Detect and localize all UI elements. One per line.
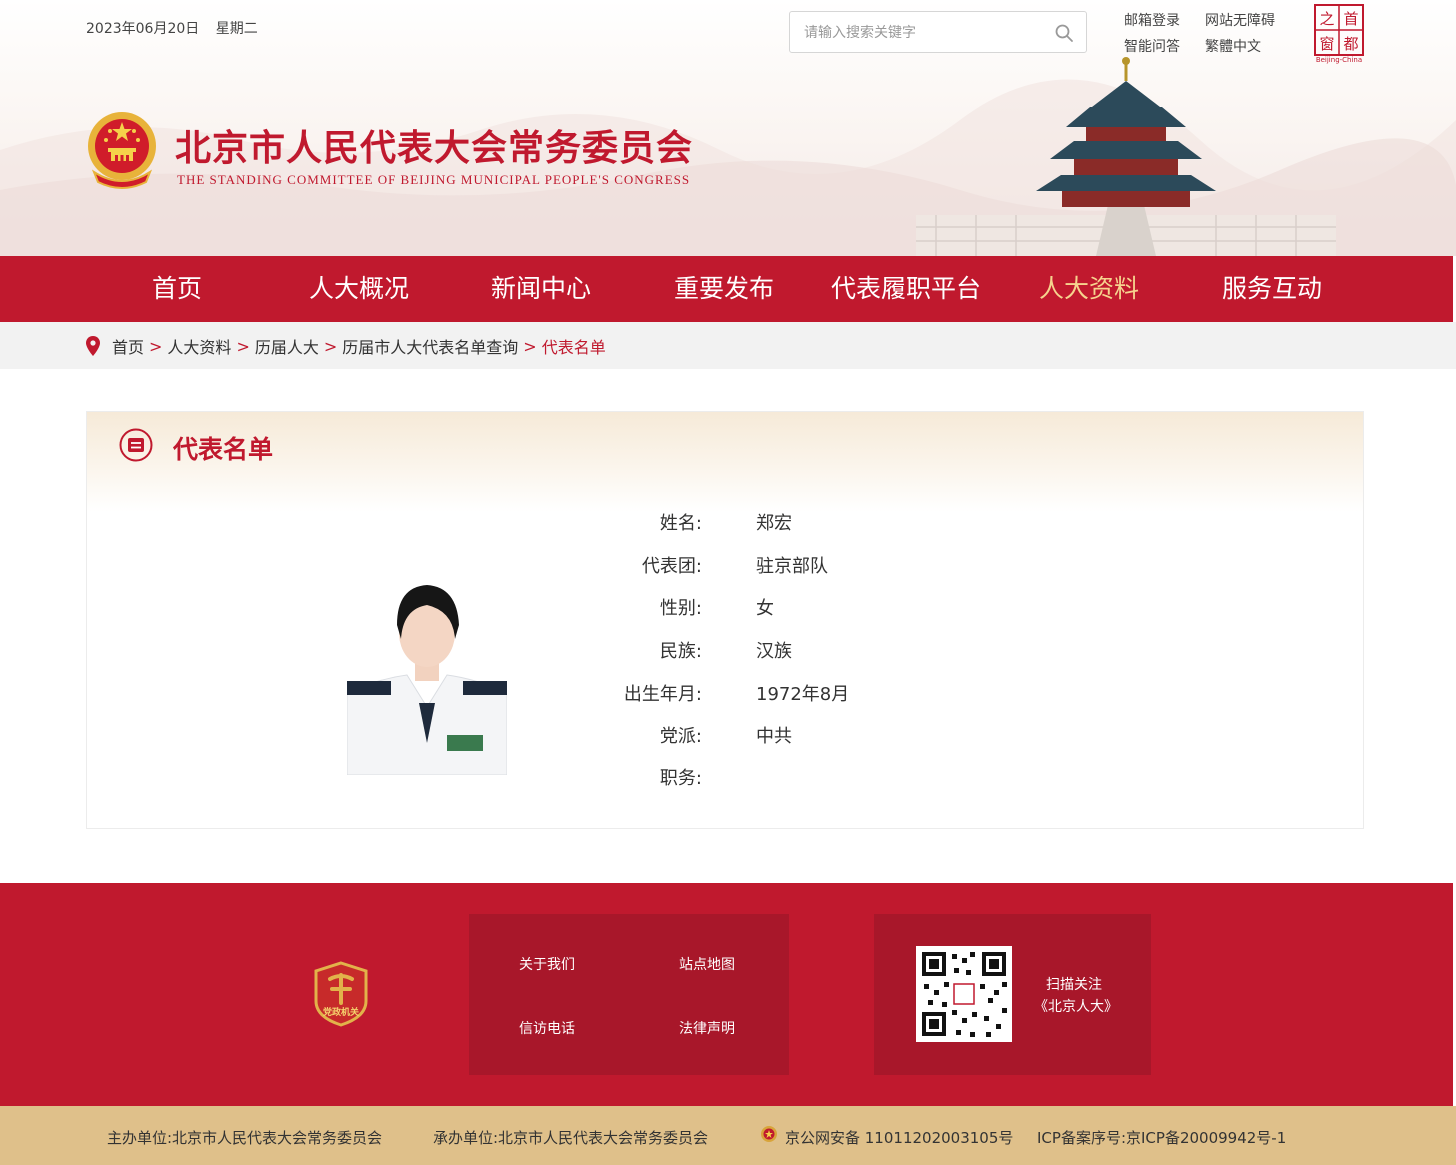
panel-header: 代表名单 — [87, 412, 1363, 512]
about-us-link[interactable]: 关于我们 — [519, 954, 575, 974]
qr-code-icon — [916, 946, 1012, 1042]
search-input[interactable] — [804, 22, 1044, 44]
organizer-text: 承办单位:北京市人民代表大会常务委员会 — [433, 1129, 709, 1147]
label-position: 职务: — [659, 768, 702, 789]
footer-links: 关于我们 站点地图 信访电话 法律声明 — [469, 914, 789, 1075]
nav-releases[interactable]: 重要发布 — [633, 256, 815, 322]
nav-news[interactable]: 新闻中心 — [450, 256, 632, 322]
site-title[interactable]: 北京市人民代表大会常务委员会 — [175, 119, 693, 171]
sponsor-text: 主办单位:北京市人民代表大会常务委员会 — [107, 1129, 383, 1147]
label-party: 党派: — [659, 726, 702, 747]
search-icon[interactable] — [1054, 23, 1074, 43]
breadcrumb-separator: > — [523, 336, 537, 356]
nav-home[interactable]: 首页 — [86, 256, 268, 322]
value-delegation: 驻京部队 — [756, 556, 828, 577]
label-gender: 性别: — [659, 598, 702, 619]
logo-char-1: 首 — [1343, 10, 1358, 28]
breadcrumb-separator: > — [149, 336, 163, 356]
police-badge-icon — [761, 1126, 777, 1142]
breadcrumb-past-congresses[interactable]: 历届人大 — [255, 334, 319, 358]
petition-phone-link[interactable]: 信访电话 — [519, 1018, 575, 1038]
site-footer: 党政机关 关于我们 站点地图 信访电话 法律声明 扫描关注 《北京人大》 — [0, 883, 1453, 1106]
label-name: 姓名: — [659, 513, 702, 534]
temple-of-heaven-image — [916, 57, 1336, 256]
qr-caption: 扫描关注 《北京人大》 — [1034, 974, 1118, 1018]
legal-statement-link[interactable]: 法律声明 — [679, 1018, 735, 1038]
main-nav: 首页 人大概况 新闻中心 重要发布 代表履职平台 人大资料 服务互动 — [0, 256, 1453, 322]
nav-deputy-platform[interactable]: 代表履职平台 — [815, 256, 997, 322]
traditional-chinese-link[interactable]: 繁體中文 — [1205, 36, 1261, 56]
nav-overview[interactable]: 人大概况 — [268, 256, 450, 322]
accessibility-link[interactable]: 网站无障碍 — [1205, 10, 1275, 30]
weekday-text: 星期二 — [215, 21, 258, 37]
panel-title: 代表名单 — [173, 435, 274, 464]
site-subtitle: THE STANDING COMMITTEE OF BEIJING MUNICI… — [177, 172, 691, 187]
party-government-badge-icon[interactable]: 党政机关 — [312, 961, 370, 1027]
breadcrumb-deputy-search[interactable]: 历届市人大代表名单查询 — [342, 334, 518, 358]
value-party: 中共 — [756, 726, 792, 747]
current-date: 2023年06月20日 星期二 — [86, 18, 258, 38]
police-record-link[interactable]: 京公网安备 11011202003105号 — [785, 1127, 1013, 1148]
qr-follow-box: 扫描关注 《北京人大》 — [874, 914, 1151, 1075]
logo-char-2: 都 — [1343, 35, 1358, 53]
value-ethnicity: 汉族 — [756, 641, 792, 662]
breadcrumb-separator: > — [323, 336, 338, 356]
logo-char-4: 窗 — [1319, 35, 1334, 53]
breadcrumb-separator: > — [236, 336, 250, 356]
qr-caption-line-2: 《北京人大》 — [1034, 999, 1118, 1015]
list-icon — [119, 428, 153, 462]
site-header: 2023年06月20日 星期二 邮箱登录 网站无障碍 智能问答 繁體中文 首 都… — [0, 0, 1456, 256]
nav-materials[interactable]: 人大资料 — [998, 256, 1180, 322]
mail-login-link[interactable]: 邮箱登录 — [1124, 10, 1180, 30]
smart-qa-link[interactable]: 智能问答 — [1124, 36, 1180, 56]
copyright-bar: 主办单位:北京市人民代表大会常务委员会 承办单位:北京市人民代表大会常务委员会 … — [0, 1106, 1456, 1165]
breadcrumb-materials[interactable]: 人大资料 — [167, 334, 231, 358]
search-box — [789, 11, 1087, 53]
value-birth: 1972年8月 — [756, 684, 850, 705]
sitemap-link[interactable]: 站点地图 — [679, 954, 735, 974]
qr-caption-line-1: 扫描关注 — [1046, 977, 1102, 993]
breadcrumb-bar: 首页 > 人大资料 > 历届人大 > 历届市人大代表名单查询 > 代表名单 — [0, 322, 1456, 369]
breadcrumb-home[interactable]: 首页 — [112, 334, 144, 358]
breadcrumb-current: 代表名单 — [541, 338, 606, 357]
national-emblem-icon[interactable] — [86, 110, 158, 190]
nav-services[interactable]: 服务互动 — [1181, 256, 1363, 322]
badge-label: 党政机关 — [323, 1006, 359, 1018]
label-delegation: 代表团: — [641, 556, 702, 577]
label-ethnicity: 民族: — [659, 641, 702, 662]
value-gender: 女 — [756, 598, 774, 619]
date-text: 2023年06月20日 — [86, 21, 200, 37]
logo-char-3: 之 — [1319, 10, 1334, 28]
deputy-panel: 代表名单 姓名: 郑宏 代表团: 驻京部队 性别: 女 民族: 汉族 出生年月:… — [86, 411, 1364, 829]
icp-record-link[interactable]: ICP备案序号:京ICP备20009942号-1 — [1037, 1127, 1286, 1148]
value-name: 郑宏 — [756, 513, 792, 534]
breadcrumb: 首页 > 人大资料 > 历届人大 > 历届市人大代表名单查询 > 代表名单 — [86, 334, 606, 358]
location-pin-icon — [86, 336, 100, 356]
label-birth: 出生年月: — [623, 684, 702, 705]
